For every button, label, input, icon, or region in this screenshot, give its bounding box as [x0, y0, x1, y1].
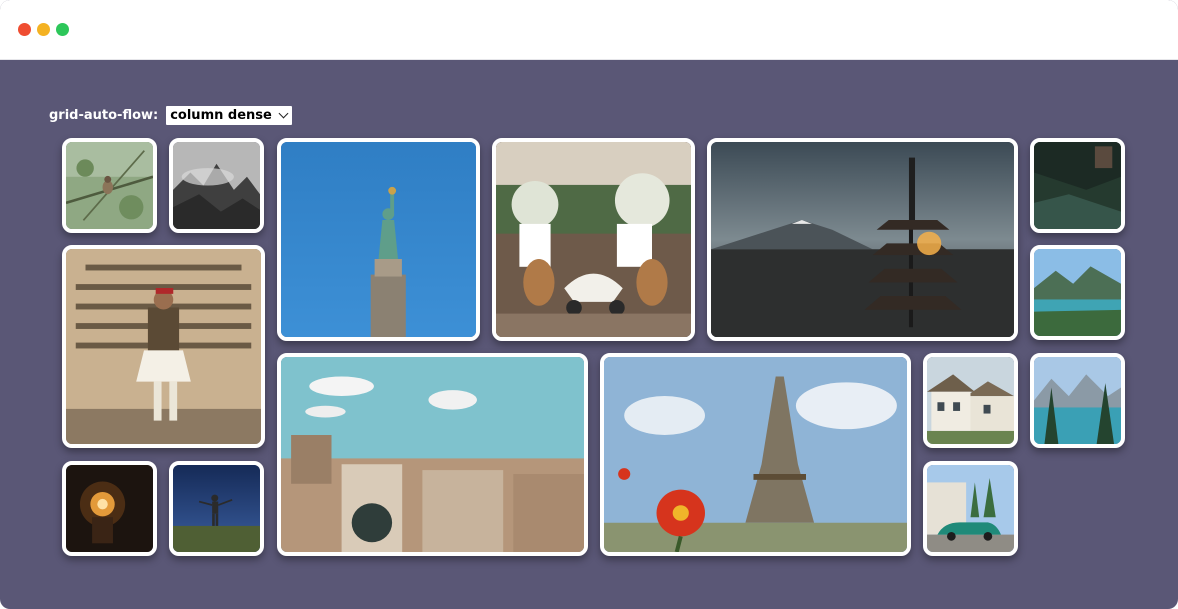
close-dot-icon[interactable]	[18, 23, 31, 36]
person-in-field-photo[interactable]	[169, 461, 264, 556]
alpine-lake-pines-photo[interactable]	[1030, 353, 1125, 448]
chevron-down-icon	[278, 108, 289, 118]
greek-guard-photo[interactable]	[62, 245, 265, 448]
grid-flow-select-value: column dense	[170, 107, 272, 123]
grid-flow-select[interactable]: column dense	[166, 105, 292, 125]
misty-mountains-photo[interactable]	[169, 138, 264, 233]
pagoda-mount-fuji-photo[interactable]	[707, 138, 1018, 341]
forest-cliff-photo[interactable]	[1030, 138, 1125, 233]
browser-window: grid-auto-flow: column dense	[0, 0, 1178, 609]
glowing-lamp-photo[interactable]	[62, 461, 157, 556]
eiffel-tower-flower-photo[interactable]	[600, 353, 911, 556]
mountain-lake-photo[interactable]	[1030, 245, 1125, 340]
thatched-cottages-photo[interactable]	[923, 353, 1018, 448]
grid-flow-control: grid-auto-flow: column dense	[49, 104, 292, 126]
vintage-car-street-photo[interactable]	[923, 461, 1018, 556]
cafe-scooter-photo[interactable]	[492, 138, 695, 341]
zoom-dot-icon[interactable]	[56, 23, 69, 36]
city-rooftops-photo[interactable]	[277, 353, 588, 556]
grid-flow-label: grid-auto-flow:	[49, 107, 159, 123]
statue-of-liberty-photo[interactable]	[277, 138, 480, 341]
bird-on-branch-photo[interactable]	[62, 138, 157, 233]
title-bar	[0, 0, 1178, 60]
minimize-dot-icon[interactable]	[37, 23, 50, 36]
